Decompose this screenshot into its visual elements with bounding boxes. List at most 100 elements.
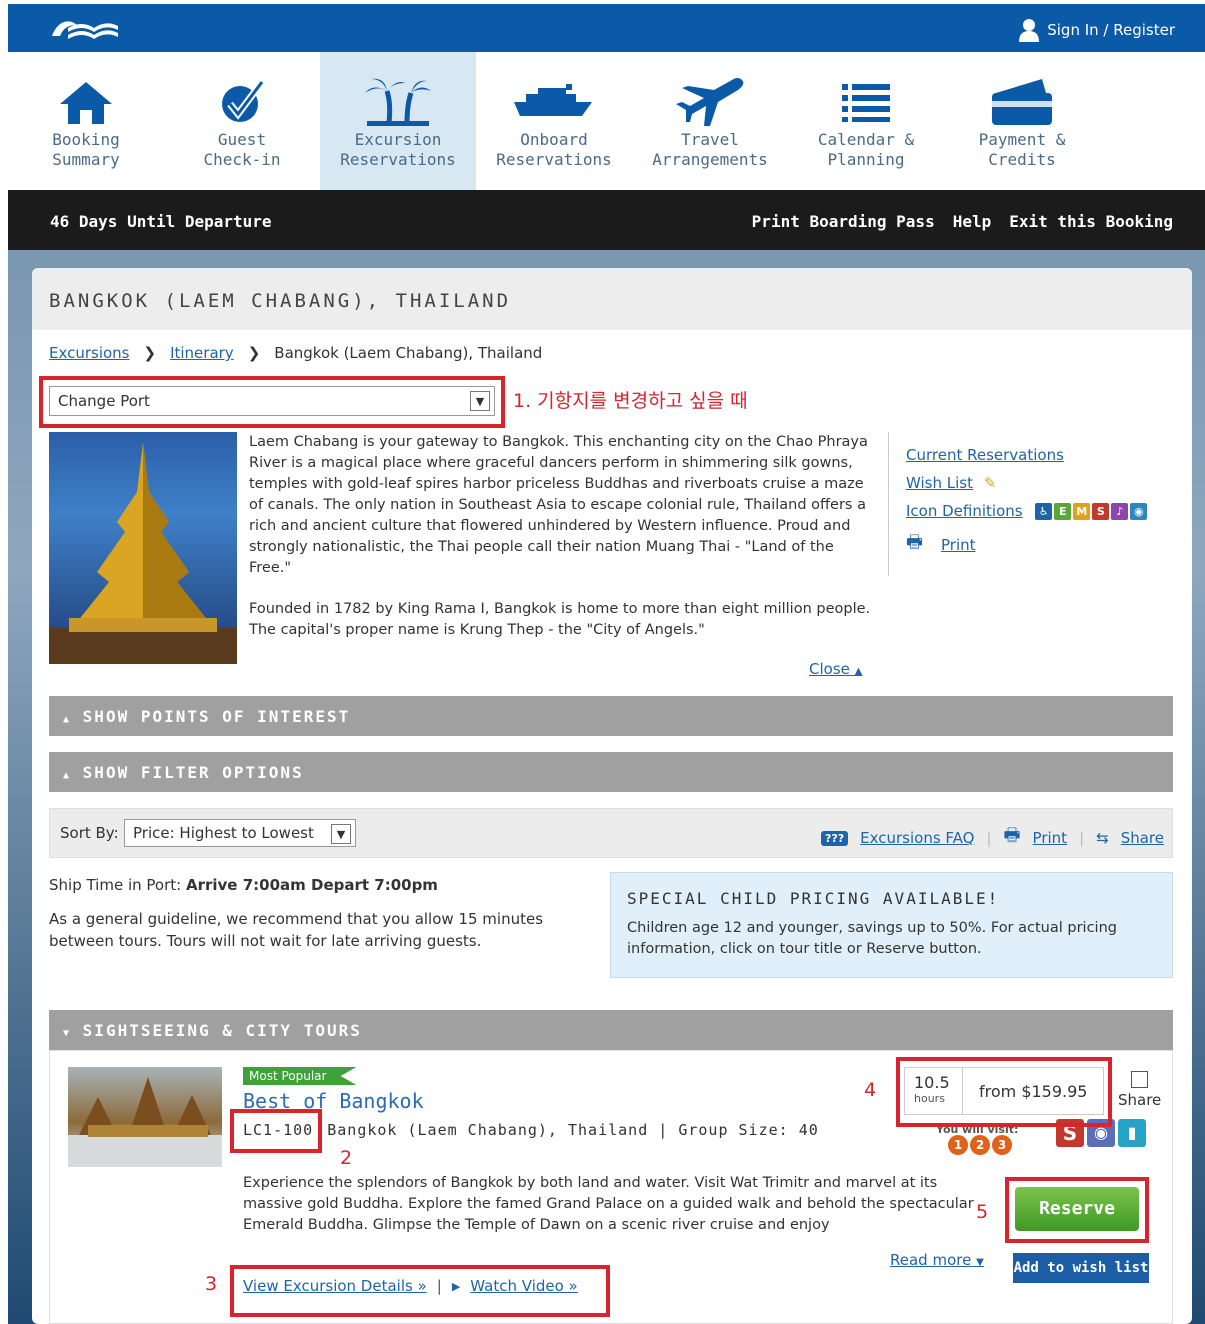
pencil-icon: ✎: [983, 474, 997, 492]
ship-icon: [514, 84, 592, 116]
strenuous-icon: S: [1092, 503, 1110, 520]
ship-time-info: Ship Time in Port: Arrive 7:00am Depart …: [49, 874, 589, 952]
most-popular-badge: Most Popular: [243, 1067, 357, 1085]
breadcrumb-current: Bangkok (Laem Chabang), Thailand: [274, 344, 543, 362]
exit-booking-link[interactable]: Exit this Booking: [1009, 212, 1173, 231]
annotation-label-3: 3: [205, 1273, 218, 1295]
close-label: Close: [809, 660, 850, 678]
points-of-interest-label: SHOW POINTS OF INTEREST: [82, 707, 351, 726]
nav-travel-arrangements[interactable]: Travel Arrangements: [632, 52, 788, 190]
points-of-interest-toggle[interactable]: ▲ SHOW POINTS OF INTEREST: [49, 696, 1173, 736]
chevron-down-icon: ▼: [331, 824, 351, 844]
nav-label: Calendar & Planning: [817, 130, 915, 169]
port-description-para: Founded in 1782 by King Rama I, Bangkok …: [249, 601, 871, 638]
tour-guideline: As a general guideline, we recommend tha…: [49, 910, 544, 950]
share-arrows-icon: ⇆: [1096, 829, 1109, 847]
meal-icon: ◉: [1130, 503, 1148, 520]
tour-photo[interactable]: [68, 1067, 222, 1167]
sort-select[interactable]: Price: Highest to Lowest ▼: [124, 819, 356, 847]
sort-value: Price: Highest to Lowest: [133, 824, 314, 842]
nav-guest-checkin[interactable]: Guest Check-in: [164, 52, 320, 190]
share-link[interactable]: Share: [1121, 829, 1164, 847]
wallet-icon: [992, 79, 1052, 125]
nav-calendar-planning[interactable]: Calendar & Planning: [788, 52, 944, 190]
caret-down-icon: ▼: [976, 1257, 984, 1268]
port-title: BANGKOK (LAEM CHABANG), THAILAND: [32, 268, 1192, 330]
filter-options-toggle[interactable]: ▲ SHOW FILTER OPTIONS: [49, 752, 1173, 792]
sort-bar: Sort By: Price: Highest to Lowest ▼ ??? …: [49, 808, 1173, 858]
breadcrumb-excursions[interactable]: Excursions: [49, 344, 130, 362]
nav-payment-credits[interactable]: Payment & Credits: [944, 52, 1100, 190]
booking-bar: 46 Days Until Departure Print Boarding P…: [8, 190, 1205, 250]
chevron-up-icon: ▲: [854, 666, 863, 677]
category-label: SIGHTSEEING & CITY TOURS: [82, 1021, 362, 1040]
stop-number: 1: [948, 1135, 968, 1155]
chevron-right-icon: ❯: [247, 344, 261, 362]
share-label: Share: [1118, 1091, 1162, 1109]
print-boarding-pass-link[interactable]: Print Boarding Pass: [752, 212, 935, 231]
home-icon: [60, 82, 112, 124]
annotation-label-4: 4: [864, 1079, 877, 1101]
child-pricing-box: SPECIAL CHILD PRICING AVAILABLE! Childre…: [610, 872, 1173, 978]
current-reservations-link[interactable]: Current Reservations: [906, 446, 1147, 464]
child-pricing-title: SPECIAL CHILD PRICING AVAILABLE!: [627, 889, 1000, 908]
breadcrumb-itinerary[interactable]: Itinerary: [170, 344, 234, 362]
annotation-box-4: [896, 1057, 1112, 1127]
port-side-links: Current Reservations Wish List ✎ Icon De…: [888, 432, 1148, 576]
stop-number: 2: [970, 1135, 990, 1155]
nav-label: Payment & Credits: [978, 130, 1066, 169]
port-description: Laem Chabang is your gateway to Bangkok.…: [249, 432, 877, 641]
user-icon: [1019, 19, 1040, 42]
close-link[interactable]: Close ▲: [809, 660, 862, 678]
logo-icon[interactable]: [48, 16, 118, 42]
nav-label: Excursion Reservations: [340, 130, 456, 169]
moderate-icon: M: [1073, 503, 1091, 520]
annotation-box-1: [39, 376, 505, 428]
wishlist-link[interactable]: Wish List: [906, 474, 973, 492]
icon-definitions-link[interactable]: Icon Definitions: [906, 502, 1023, 520]
nav-onboard-reservations[interactable]: Onboard Reservations: [476, 52, 632, 190]
accessibility-icon: ♿: [1035, 503, 1053, 520]
chevron-right-icon: ❯: [143, 344, 157, 362]
breadcrumb: Excursions ❯ Itinerary ❯ Bangkok (Laem C…: [49, 344, 542, 362]
read-more-link[interactable]: Read more ▼: [890, 1251, 984, 1269]
add-to-wishlist-button[interactable]: Add to wish list: [1013, 1253, 1149, 1283]
list-icon: [842, 84, 890, 122]
annotation-box-3: [230, 1265, 610, 1317]
signin-link[interactable]: Sign In / Register: [1019, 18, 1175, 42]
annotation-box-5: [1005, 1177, 1149, 1243]
drink-icon: ♪: [1111, 503, 1129, 520]
palm-tree-icon: [365, 78, 431, 126]
read-more-label: Read more: [890, 1251, 972, 1269]
departure-countdown: 46 Days Until Departure: [50, 212, 272, 231]
page: Sign In / Register Booking Summary Guest…: [0, 0, 1205, 1324]
port-photo: [49, 432, 237, 664]
filter-options-label: SHOW FILTER OPTIONS: [82, 763, 304, 782]
caret-up-icon: ▲: [63, 714, 72, 725]
tour-meta: LC1-100 Bangkok (Laem Chabang), Thailand…: [243, 1121, 819, 1139]
port-panel: BANGKOK (LAEM CHABANG), THAILAND Excursi…: [32, 268, 1192, 1324]
printer-icon: 🖶: [906, 532, 923, 553]
annotation-label-5: 5: [976, 1201, 989, 1223]
nav-label: Booking Summary: [52, 130, 120, 169]
nav-excursion-reservations[interactable]: Excursion Reservations: [320, 52, 476, 190]
checkbox-icon: [1131, 1071, 1149, 1088]
annotation-box-2: [230, 1109, 322, 1153]
print-link[interactable]: Print: [1033, 829, 1068, 847]
port-description-para: Laem Chabang is your gateway to Bangkok.…: [249, 434, 868, 576]
faq-icon: ???: [821, 830, 849, 846]
excursions-faq-link[interactable]: Excursions FAQ: [860, 829, 974, 847]
ship-time-label: Ship Time in Port:: [49, 876, 182, 894]
nav-booking-summary[interactable]: Booking Summary: [8, 52, 164, 190]
annotation-label-1: 1. 기항지를 변경하고 싶을 때: [513, 390, 748, 412]
child-pricing-text: Children age 12 and younger, savings up …: [627, 920, 1117, 957]
share-checkbox[interactable]: Share: [1118, 1071, 1161, 1109]
caret-up-icon: ▲: [63, 770, 72, 781]
print-port-link[interactable]: Print: [941, 536, 976, 554]
stop-number: 3: [992, 1135, 1012, 1155]
nav-label: Guest Check-in: [203, 130, 281, 169]
help-link[interactable]: Help: [953, 212, 992, 231]
annotation-label-2: 2: [340, 1147, 353, 1169]
category-header[interactable]: ▼ SIGHTSEEING & CITY TOURS: [49, 1010, 1173, 1050]
ship-times: Arrive 7:00am Depart 7:00pm: [185, 876, 438, 894]
